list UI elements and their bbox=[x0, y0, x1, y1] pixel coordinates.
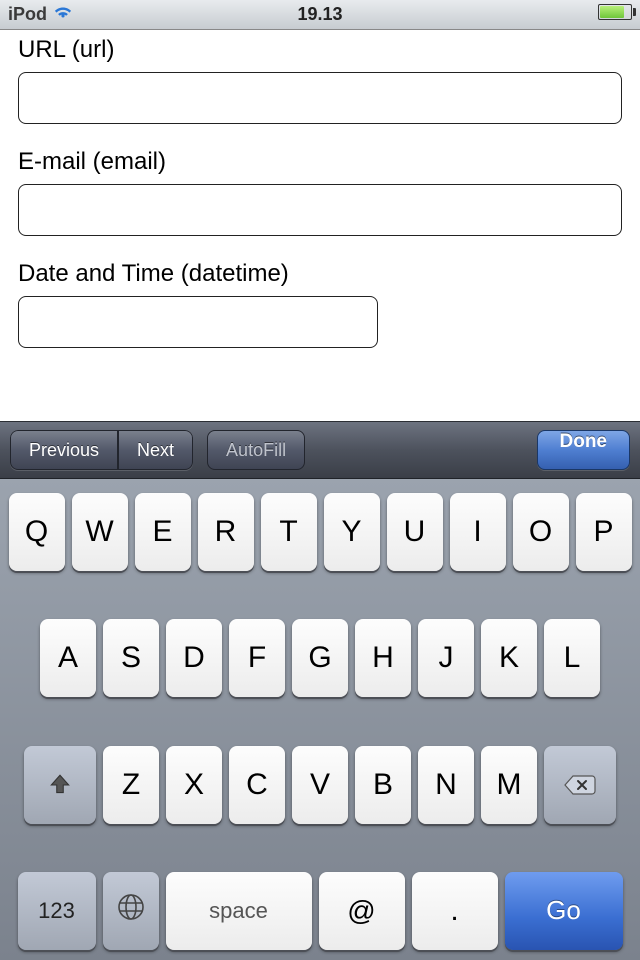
key-w[interactable]: W bbox=[72, 493, 128, 571]
key-y[interactable]: Y bbox=[324, 493, 380, 571]
carrier-label: iPod bbox=[8, 4, 47, 25]
backspace-key[interactable] bbox=[544, 746, 616, 824]
clock-label: 19.13 bbox=[297, 4, 342, 25]
key-i[interactable]: I bbox=[450, 493, 506, 571]
key-a[interactable]: A bbox=[40, 619, 96, 697]
key-j[interactable]: J bbox=[418, 619, 474, 697]
key-o[interactable]: O bbox=[513, 493, 569, 571]
key-t[interactable]: T bbox=[261, 493, 317, 571]
key-b[interactable]: B bbox=[355, 746, 411, 824]
space-key[interactable]: space bbox=[166, 872, 312, 950]
key-q[interactable]: Q bbox=[9, 493, 65, 571]
url-input[interactable] bbox=[18, 72, 622, 124]
key-s[interactable]: S bbox=[103, 619, 159, 697]
globe-icon bbox=[116, 892, 146, 930]
key-m[interactable]: M bbox=[481, 746, 537, 824]
key-h[interactable]: H bbox=[355, 619, 411, 697]
shift-key[interactable] bbox=[24, 746, 96, 824]
wifi-icon bbox=[53, 5, 73, 24]
email-label: E-mail (email) bbox=[18, 148, 622, 176]
numbers-key[interactable]: 123 bbox=[18, 872, 96, 950]
key-n[interactable]: N bbox=[418, 746, 474, 824]
key-v[interactable]: V bbox=[292, 746, 348, 824]
key-r[interactable]: R bbox=[198, 493, 254, 571]
next-button[interactable]: Next bbox=[118, 430, 193, 470]
key-e[interactable]: E bbox=[135, 493, 191, 571]
key-g[interactable]: G bbox=[292, 619, 348, 697]
done-button[interactable]: Done bbox=[537, 430, 631, 470]
form-content: URL (url) E-mail (email) Date and Time (… bbox=[0, 30, 640, 382]
email-input[interactable] bbox=[18, 184, 622, 236]
datetime-label: Date and Time (datetime) bbox=[18, 260, 622, 288]
globe-key[interactable] bbox=[103, 872, 159, 950]
go-key[interactable]: Go bbox=[505, 872, 623, 950]
key-f[interactable]: F bbox=[229, 619, 285, 697]
datetime-input[interactable] bbox=[18, 296, 378, 348]
autofill-button[interactable]: AutoFill bbox=[207, 430, 305, 470]
status-bar: iPod 19.13 bbox=[0, 0, 640, 30]
key-p[interactable]: P bbox=[576, 493, 632, 571]
at-key[interactable]: @ bbox=[319, 872, 405, 950]
key-u[interactable]: U bbox=[387, 493, 443, 571]
key-z[interactable]: Z bbox=[103, 746, 159, 824]
battery-icon bbox=[598, 4, 632, 25]
previous-button[interactable]: Previous bbox=[10, 430, 118, 470]
url-label: URL (url) bbox=[18, 36, 622, 64]
form-accessory-bar: Previous Next AutoFill Done bbox=[0, 421, 640, 479]
key-x[interactable]: X bbox=[166, 746, 222, 824]
dot-key[interactable]: . bbox=[412, 872, 498, 950]
key-c[interactable]: C bbox=[229, 746, 285, 824]
keyboard: QWERTYUIOP ASDFGHJKL ZXCVBNM 123 space @… bbox=[0, 479, 640, 960]
key-k[interactable]: K bbox=[481, 619, 537, 697]
key-l[interactable]: L bbox=[544, 619, 600, 697]
key-d[interactable]: D bbox=[166, 619, 222, 697]
